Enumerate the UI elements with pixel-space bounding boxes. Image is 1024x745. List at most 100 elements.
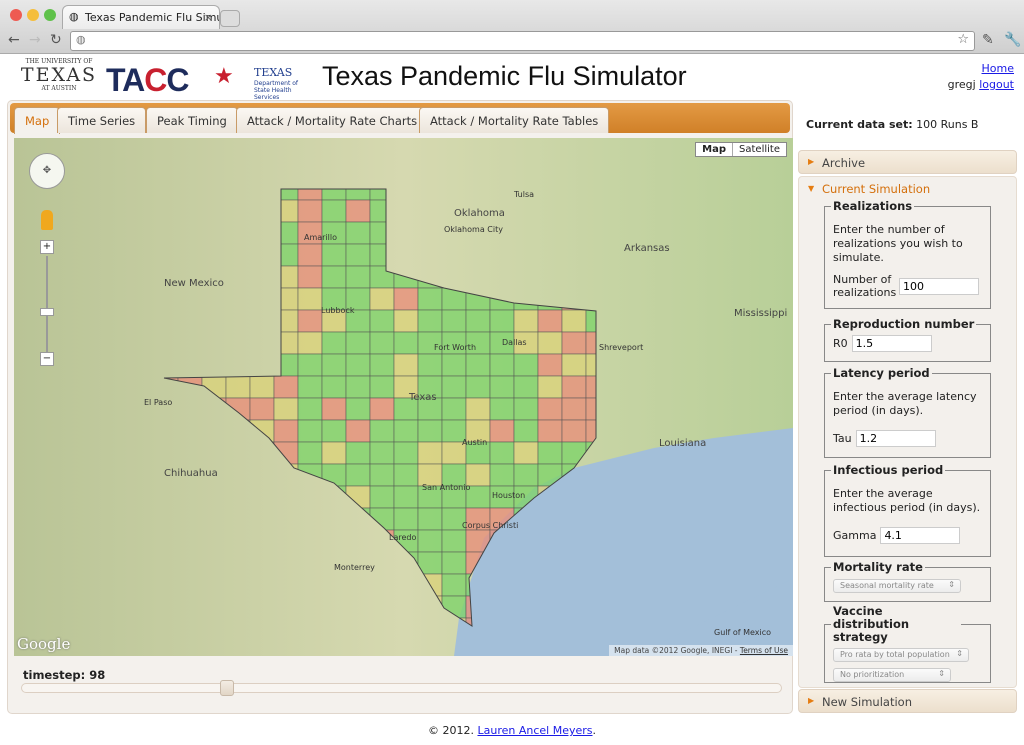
realizations-input[interactable] (899, 277, 979, 295)
author-link[interactable]: Lauren Ancel Meyers (477, 724, 592, 737)
current-simulation-header[interactable]: Current Simulation (822, 182, 930, 196)
county-cell (513, 463, 539, 487)
county-cell (345, 331, 371, 355)
county-cell (441, 375, 467, 399)
new-tab-button[interactable] (220, 10, 240, 27)
pan-control[interactable]: ✥ (29, 153, 65, 189)
vaccine-fieldset: Vaccine distribution strategy Pro rata b… (824, 605, 991, 683)
accordion-archive[interactable]: ▶ Archive (798, 150, 1017, 174)
bookmark-star-icon[interactable]: ☆ (957, 32, 969, 47)
map-place-label: Tulsa (514, 190, 535, 199)
county-cell (369, 419, 395, 443)
county-cell (249, 375, 275, 399)
county-cell (393, 309, 419, 333)
timestep-slider[interactable] (21, 680, 782, 696)
logout-link[interactable]: logout (979, 78, 1014, 91)
tacc-logo: TACC (106, 62, 189, 98)
county-cell (225, 375, 251, 399)
tab-map[interactable]: Map (14, 107, 61, 134)
wrench-icon[interactable]: 🔧 (1004, 32, 1021, 48)
zoom-out-button[interactable]: − (40, 352, 54, 366)
address-bar[interactable]: ◍ ☆ (70, 31, 975, 51)
map-place-label: Gulf of Mexico (714, 628, 772, 637)
map-place-label: Oklahoma (454, 208, 505, 219)
map-type-satellite-button[interactable]: Satellite (732, 143, 786, 156)
map-type-map-button[interactable]: Map (696, 143, 732, 156)
county-cell (345, 463, 371, 487)
map-place-label: Corpus Christi (462, 521, 519, 530)
maximize-window-button[interactable] (44, 9, 56, 21)
county-cell (393, 463, 419, 487)
county-cell (369, 485, 395, 509)
county-cell (417, 507, 443, 531)
minimize-window-button[interactable] (27, 9, 39, 21)
main-panel: Map Time Series Peak Timing Attack / Mor… (7, 100, 793, 714)
dshs-logo: ★ TEXAS Department of State Health Services (214, 64, 298, 101)
r0-input[interactable] (851, 335, 932, 352)
map-place-label: Amarillo (304, 233, 338, 242)
tab-time-series[interactable]: Time Series (57, 107, 147, 133)
county-cell (297, 287, 323, 311)
tab-attack-mortality-charts[interactable]: Attack / Mortality Rate Charts (236, 107, 429, 133)
close-tab-icon[interactable]: × (204, 11, 213, 24)
county-cell (273, 375, 299, 399)
ut-austin-logo: THE UNIVERSITY OF TEXAS AT AUSTIN (20, 58, 98, 92)
county-cell (489, 353, 515, 377)
reload-icon[interactable]: ↻ (50, 32, 62, 48)
zoom-slider-handle[interactable] (40, 308, 54, 316)
county-cell (537, 419, 563, 443)
county-cell (513, 419, 539, 443)
map-place-label: Laredo (389, 533, 417, 542)
county-cell (417, 309, 443, 333)
zoom-in-button[interactable]: + (40, 240, 54, 254)
browser-tab[interactable]: ◍Texas Pandemic Flu Simulator× (62, 5, 220, 29)
county-cell (537, 353, 563, 377)
county-cell (297, 441, 323, 465)
county-cell (537, 375, 563, 399)
terms-of-use-link[interactable]: Terms of Use (740, 646, 788, 655)
map-place-label: Shreveport (599, 343, 644, 352)
county-cell (537, 309, 563, 333)
county-cell (417, 419, 443, 443)
county-cell (537, 397, 563, 421)
county-cell (345, 243, 371, 267)
mortality-rate-select[interactable]: Seasonal mortality rate (833, 579, 961, 593)
county-cell (297, 243, 323, 267)
site-header: THE UNIVERSITY OF TEXAS AT AUSTIN TACC ★ TE… (0, 55, 1024, 101)
county-cell (321, 199, 347, 223)
home-link[interactable]: Home (982, 62, 1014, 75)
map-place-label: Mississippi (734, 308, 788, 319)
map-view[interactable]: Oklahoma City Dallas Fort Worth Austin San A… (14, 138, 793, 656)
vaccine-strategy-select[interactable]: Pro rata by total population (833, 648, 969, 662)
county-cell (441, 397, 467, 421)
county-cell (345, 353, 371, 377)
accordion-new-simulation[interactable]: ▶ New Simulation (798, 689, 1017, 713)
close-window-button[interactable] (10, 9, 22, 21)
back-icon[interactable]: ← (8, 32, 20, 48)
county-cell (297, 375, 323, 399)
map-place-label: Chihuahua (164, 468, 218, 479)
triangle-down-icon: ▼ (808, 184, 815, 193)
tau-input[interactable] (855, 430, 936, 447)
tab-peak-timing[interactable]: Peak Timing (146, 107, 238, 133)
map-place-label: Louisiana (659, 438, 707, 449)
forward-icon[interactable]: → (29, 32, 41, 48)
gamma-input[interactable] (880, 527, 961, 544)
county-cell (369, 353, 395, 377)
timestep-slider-handle[interactable] (219, 680, 234, 696)
tab-attack-mortality-tables[interactable]: Attack / Mortality Rate Tables (419, 107, 610, 133)
map-place-label: Arkansas (624, 243, 670, 254)
county-cell (321, 353, 347, 377)
county-cell (345, 199, 371, 223)
realizations-fieldset: Realizations Enter the number of realiza… (824, 199, 991, 309)
map-place-label: Lubbock (321, 306, 355, 315)
county-cell (297, 397, 323, 421)
zoom-slider[interactable] (46, 256, 48, 352)
county-cell (345, 419, 371, 443)
globe-icon: ◍ (76, 33, 86, 46)
map-place-label: Dallas (502, 338, 527, 347)
prioritization-select[interactable]: No prioritization (833, 668, 951, 682)
county-cell (393, 353, 419, 377)
extension-icon[interactable]: ✎ (982, 32, 994, 48)
street-view-pegman-icon[interactable] (41, 210, 53, 230)
